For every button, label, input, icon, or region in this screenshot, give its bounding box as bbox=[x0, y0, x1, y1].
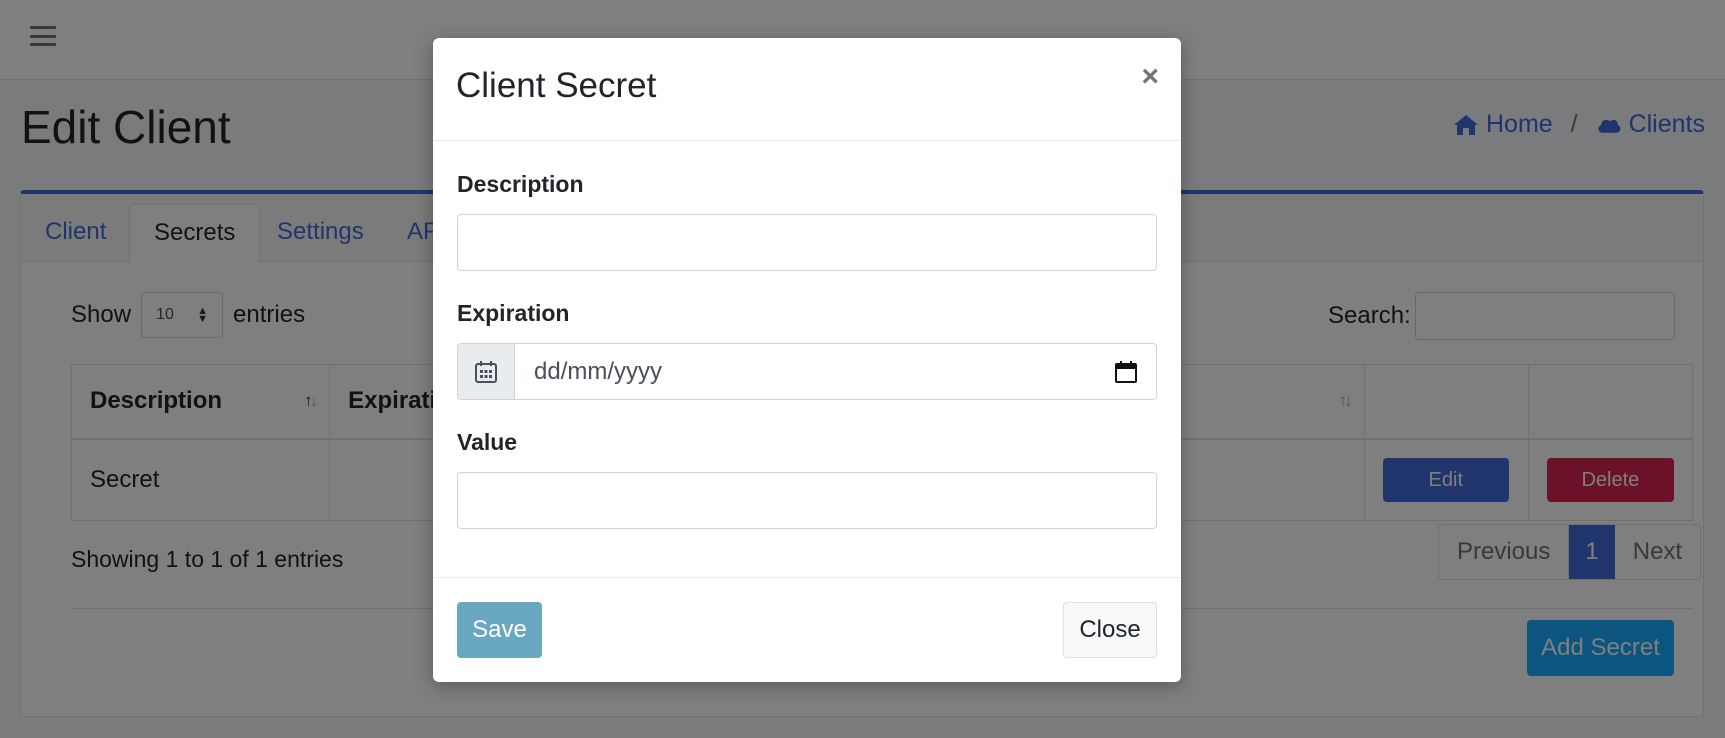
date-picker-icon[interactable] bbox=[1096, 344, 1156, 399]
modal-header: Client Secret × bbox=[433, 38, 1181, 141]
description-label: Description bbox=[457, 171, 584, 197]
modal-footer: Save Close bbox=[433, 577, 1181, 682]
calendar-icon bbox=[1115, 360, 1137, 383]
expiration-input[interactable]: dd/mm/yyyy bbox=[515, 344, 1096, 399]
client-secret-modal: Client Secret × Description Expiration d… bbox=[433, 38, 1181, 682]
close-icon[interactable]: × bbox=[1141, 62, 1159, 92]
expiration-date-field[interactable]: dd/mm/yyyy bbox=[457, 343, 1157, 400]
save-button[interactable]: Save bbox=[457, 602, 542, 658]
close-button[interactable]: Close bbox=[1063, 602, 1157, 658]
calendar-grid-icon bbox=[475, 360, 497, 383]
expiration-label: Expiration bbox=[457, 300, 570, 326]
value-label: Value bbox=[457, 429, 518, 455]
value-input[interactable] bbox=[457, 472, 1157, 529]
calendar-addon bbox=[458, 344, 515, 399]
description-input[interactable] bbox=[457, 214, 1157, 271]
modal-title: Client Secret bbox=[456, 66, 657, 105]
